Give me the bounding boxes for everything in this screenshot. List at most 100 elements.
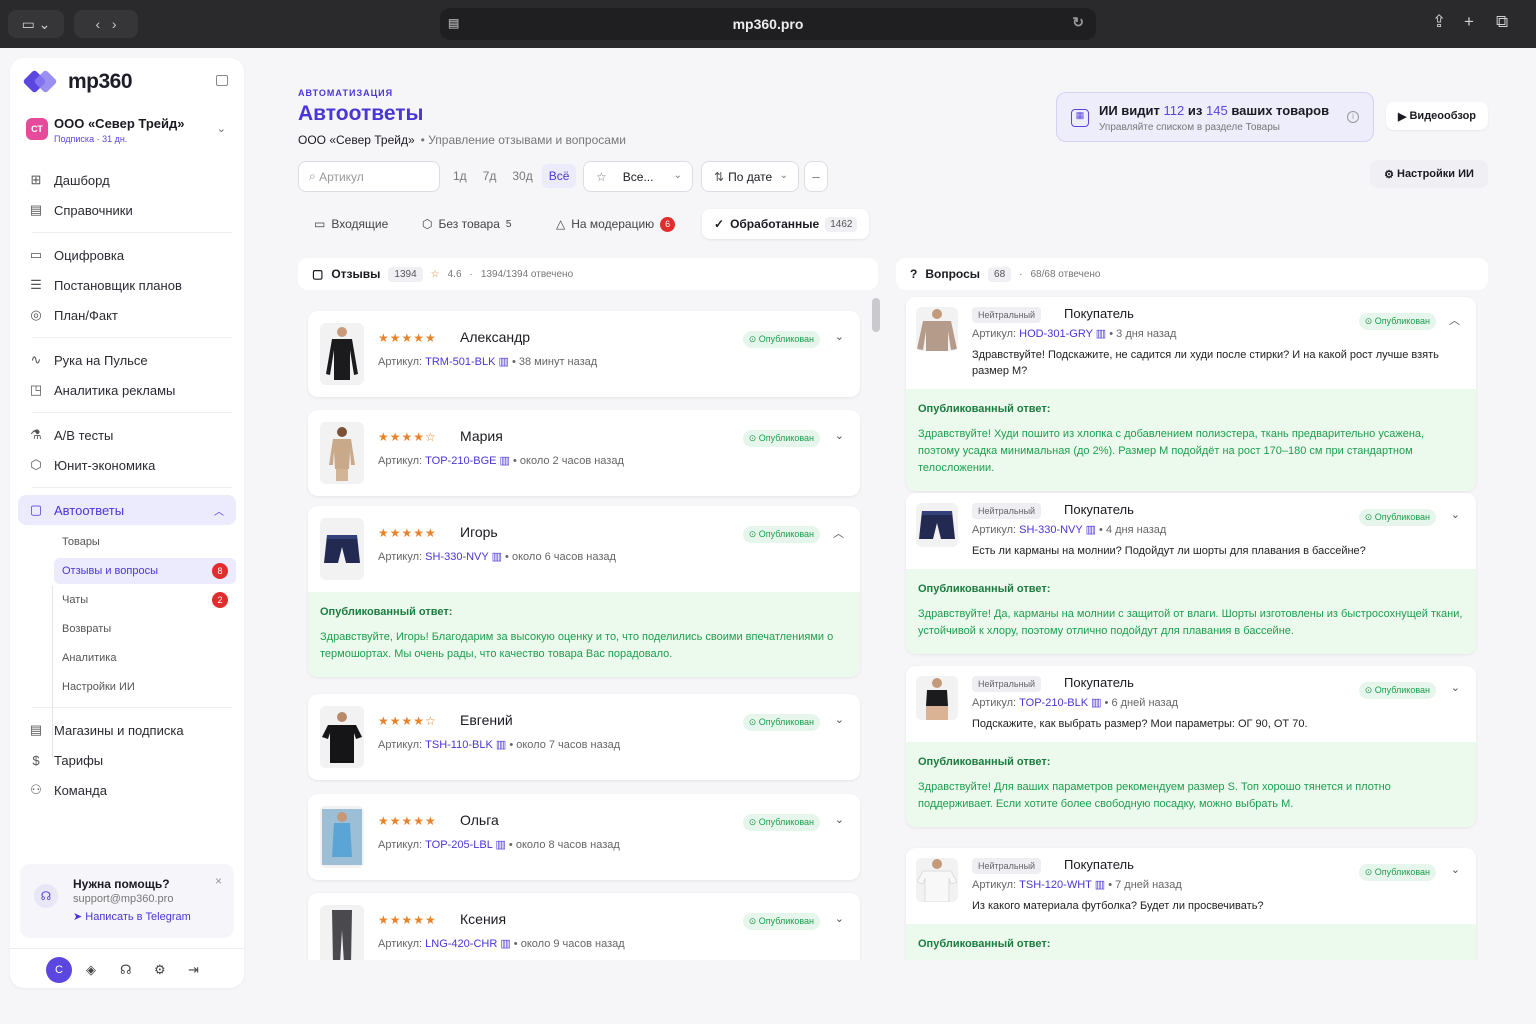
page-settings-icon[interactable]: ▤ [448,16,459,30]
subnav-item-products[interactable]: Товары [54,529,236,555]
tab-overview-icon[interactable]: ⧉ [1496,12,1508,32]
nav-item-ads-analytics[interactable]: ◳ Аналитика рекламы [18,375,236,405]
bar-chart-icon[interactable]: ▥ [495,356,512,368]
review-card[interactable]: ★★★★★ Игорь Артикул: SH-330-NVY ▥ • около … [308,506,860,677]
nav-item-digitization[interactable]: ▭ Оцифровка [18,240,236,270]
period-7d[interactable]: 7д [476,164,504,188]
nav-item-references[interactable]: ▤ Справочники [18,195,236,225]
question-card[interactable]: Нейтральный Покупатель Артикул: HOD-301-GR… [906,297,1476,491]
new-tab-icon[interactable]: + [1464,12,1474,32]
questions-list[interactable]: Нейтральный Покупатель Артикул: HOD-301-GR… [896,296,1488,960]
rating-dropdown[interactable]: ☆ Все... ⌄ [583,161,693,192]
chevron-down-icon[interactable]: ⌄ [835,813,844,826]
bar-chart-icon[interactable]: ▥ [489,551,506,563]
video-overview-button[interactable]: ▶ Видеообзор [1386,102,1488,130]
subnav-item-reviews-questions[interactable]: Отзывы и вопросы 8 [54,558,236,584]
review-card-header[interactable]: ★★★★★ Ольга Артикул: TOP-205-LBL ▥ • около… [308,794,860,880]
chevron-up-icon[interactable]: ︿ [1449,312,1460,328]
reviews-scrollbar[interactable] [872,298,880,332]
bar-chart-icon[interactable]: ▥ [492,839,509,851]
sku-link[interactable]: SH-330-NVY [425,551,488,563]
nav-item-stores[interactable]: ▤ Магазины и подписка [18,715,236,745]
sort-dropdown[interactable]: ⇅ По дате ⌄ [701,161,799,192]
academy-icon[interactable]: ◈ [86,962,96,978]
review-card-header[interactable]: ★★★★☆ Мария Артикул: TOP-210-BGE ▥ • около… [308,410,860,496]
nav-item-planner[interactable]: ☰ Постановщик планов [18,270,236,300]
chevron-up-icon[interactable]: ︿ [833,525,844,541]
period-1d[interactable]: 1д [446,164,474,188]
question-card-header[interactable]: Нейтральный Покупатель Артикул: HOD-301-GR… [906,297,1476,389]
bar-chart-icon[interactable]: ▥ [1093,328,1110,340]
support-email[interactable]: support@mp360.pro [73,893,173,905]
chevron-down-icon[interactable]: ⌄ [835,713,844,726]
chevron-down-icon[interactable]: ⌄ [835,330,844,343]
sku-link[interactable]: HOD-301-GRY [1019,328,1093,340]
question-card[interactable]: Нейтральный Покупатель Артикул: TOP-210-BL… [906,666,1476,827]
share-icon[interactable]: ⇪ [1432,12,1446,32]
bar-chart-icon[interactable]: ▥ [496,455,513,467]
nav-item-tariffs[interactable]: $ Тарифы [18,745,236,775]
question-card[interactable]: Нейтральный Покупатель Артикул: TSH-120-WH… [906,848,1476,960]
period-30d[interactable]: 30д [505,164,539,188]
chevron-down-icon[interactable]: ⌄ [835,429,844,442]
avatar[interactable]: C [46,957,72,983]
telegram-link[interactable]: ➤ Написать в Telegram [73,910,191,923]
question-card[interactable]: Нейтральный Покупатель Артикул: SH-330-NVY… [906,493,1476,654]
sku-link[interactable]: TSH-120-WHT [1019,879,1092,891]
address-bar[interactable]: ▤ mp360.pro ↻ [440,8,1096,40]
sku-search-input[interactable]: ⌕ Артикул [298,161,440,192]
review-card[interactable]: ★★★★★ Александр Артикул: TRM-501-BLK ▥ • 3… [308,311,860,397]
bar-chart-icon[interactable]: ▥ [1083,524,1100,536]
subnav-item-returns[interactable]: Возвраты [54,616,236,642]
chevron-down-icon[interactable]: ⌄ [1451,508,1460,521]
history-nav-buttons[interactable]: ‹ › [74,10,138,38]
reviews-list[interactable]: ★★★★★ Александр Артикул: TRM-501-BLK ▥ • 3… [298,296,868,960]
sku-link[interactable]: TOP-210-BGE [425,455,496,467]
org-switcher[interactable]: СТ ООО «Север Трейд» Подписка · 31 дн. ⌄ [24,114,234,150]
review-card[interactable]: ★★★★☆ Евгений Артикул: TSH-110-BLK ▥ • око… [308,694,860,780]
nav-item-plan-fact[interactable]: ◎ План/Факт [18,300,236,330]
sku-link[interactable]: SH-330-NVY [1019,524,1082,536]
nav-item-dashboard[interactable]: ⊞ Дашборд [18,165,236,195]
collapse-sidebar-icon[interactable] [216,75,228,86]
headset-icon[interactable]: ☊ [120,962,132,978]
subnav-item-ai-settings[interactable]: Настройки ИИ [54,674,236,700]
tab-no-product[interactable]: ⬡ Без товара 5 [410,209,523,239]
ai-settings-button[interactable]: ⚙ Настройки ИИ [1370,160,1488,188]
gear-icon[interactable]: ⚙ [154,962,166,978]
info-icon[interactable]: i [1347,111,1359,123]
bar-chart-icon[interactable]: ▥ [1088,697,1105,709]
sku-link[interactable]: TSH-110-BLK [425,739,493,751]
brand-logo[interactable]: mp360 [22,69,133,94]
tab-processed[interactable]: ✓ Обработанные 1462 [702,209,870,239]
nav-item-autoreplies[interactable]: ▢ Автоответы ︿ [18,495,236,525]
nav-item-pulse[interactable]: ∿ Рука на Пульсе [18,345,236,375]
clear-filter-button[interactable]: – [804,161,828,192]
bar-chart-icon[interactable]: ▥ [497,938,514,950]
reload-icon[interactable]: ↻ [1072,14,1084,31]
question-card-header[interactable]: Нейтральный Покупатель Артикул: TSH-120-WH… [906,848,1476,924]
review-card[interactable]: ★★★★☆ Мария Артикул: TOP-210-BGE ▥ • около… [308,410,860,496]
bar-chart-icon[interactable]: ▥ [493,739,510,751]
review-card-header[interactable]: ★★★★★ Ксения Артикул: LNG-420-CHR ▥ • окол… [308,893,860,960]
review-card[interactable]: ★★★★★ Ольга Артикул: TOP-205-LBL ▥ • около… [308,794,860,880]
review-card-header[interactable]: ★★★★★ Александр Артикул: TRM-501-BLK ▥ • 3… [308,311,860,397]
sku-link[interactable]: LNG-420-CHR [425,938,497,950]
nav-item-team[interactable]: ⚇ Команда [18,775,236,805]
chevron-down-icon[interactable]: ⌄ [835,912,844,925]
sku-link[interactable]: TRM-501-BLK [425,356,495,368]
review-card-header[interactable]: ★★★★★ Игорь Артикул: SH-330-NVY ▥ • около … [308,506,860,592]
period-all[interactable]: Всё [541,164,577,188]
sku-link[interactable]: TOP-205-LBL [425,839,492,851]
sku-link[interactable]: TOP-210-BLK [1019,697,1088,709]
tab-incoming[interactable]: ▭ Входящие [302,209,400,239]
subnav-item-chats[interactable]: Чаты 2 [54,587,236,613]
subnav-item-analytics[interactable]: Аналитика [54,645,236,671]
nav-item-ab-tests[interactable]: ⚗ A/B тесты [18,420,236,450]
review-card-header[interactable]: ★★★★☆ Евгений Артикул: TSH-110-BLK ▥ • око… [308,694,860,780]
review-card[interactable]: ★★★★★ Ксения Артикул: LNG-420-CHR ▥ • окол… [308,893,860,960]
question-card-header[interactable]: Нейтральный Покупатель Артикул: SH-330-NVY… [906,493,1476,569]
logout-icon[interactable]: ⇥ [188,962,199,978]
sidebar-toggle-button[interactable]: ▭ ⌄ [8,10,64,38]
bar-chart-icon[interactable]: ▥ [1092,879,1109,891]
